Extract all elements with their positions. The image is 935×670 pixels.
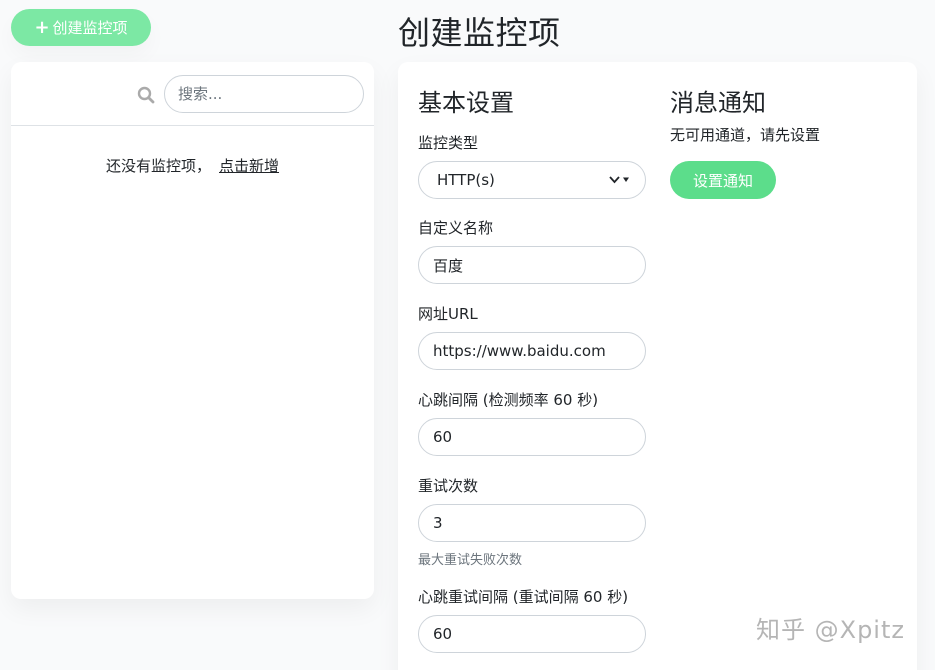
url-input[interactable]: https://www.baidu.com <box>418 332 646 370</box>
friendly-name-value: 百度 <box>433 256 464 275</box>
chevron-down-icon <box>609 175 631 185</box>
retries-input[interactable]: 3 <box>418 504 646 542</box>
plus-icon: + <box>34 16 50 38</box>
monitor-type-value: HTTP(s) <box>437 171 495 189</box>
monitor-type-select[interactable]: HTTP(s) <box>418 161 646 199</box>
monitor-list-panel: 还没有监控项， 点击新增 <box>11 62 374 599</box>
friendly-name-label: 自定义名称 <box>418 219 494 237</box>
monitor-type-label: 监控类型 <box>418 134 479 152</box>
no-notification-text: 无可用通道，请先设置 <box>670 126 821 144</box>
setup-notification-button[interactable]: 设置通知 <box>670 161 776 199</box>
retries-label: 重试次数 <box>418 477 479 495</box>
create-monitor-button[interactable]: + 创建监控项 <box>11 9 151 46</box>
empty-list-message: 还没有监控项， 点击新增 <box>11 155 374 176</box>
heartbeat-interval-input[interactable]: 60 <box>418 418 646 456</box>
retry-interval-label: 心跳重试间隔 (重试间隔 60 秒) <box>418 588 629 606</box>
retries-helper-text: 最大重试失败次数 <box>418 553 523 568</box>
monitor-form-panel: 基本设置 监控类型 HTTP(s) 自定义名称 百度 网址URL https:/… <box>398 62 917 670</box>
retry-interval-input[interactable]: 60 <box>418 615 646 653</box>
empty-list-text: 还没有监控项， <box>105 157 211 175</box>
add-new-link[interactable]: 点击新增 <box>219 157 279 175</box>
heartbeat-interval-value: 60 <box>433 428 453 446</box>
retries-value: 3 <box>433 514 443 532</box>
search-icon <box>137 86 155 104</box>
search-input[interactable] <box>164 75 364 113</box>
basic-settings-title: 基本设置 <box>418 89 514 117</box>
url-label: 网址URL <box>418 305 478 323</box>
search-bar <box>11 62 374 126</box>
page: + 创建监控项 创建监控项 还没有监控项， 点击新增 基本设置 监控类型 HTTP… <box>0 0 935 670</box>
heartbeat-interval-label: 心跳间隔 (检测频率 60 秒) <box>418 391 599 409</box>
url-value: https://www.baidu.com <box>433 342 606 360</box>
friendly-name-input[interactable]: 百度 <box>418 246 646 284</box>
page-title: 创建监控项 <box>398 14 561 52</box>
notifications-title: 消息通知 <box>670 89 766 117</box>
create-monitor-label: 创建监控项 <box>52 19 128 37</box>
watermark: 知乎 @Xpitz <box>756 616 905 644</box>
retry-interval-value: 60 <box>433 625 453 643</box>
